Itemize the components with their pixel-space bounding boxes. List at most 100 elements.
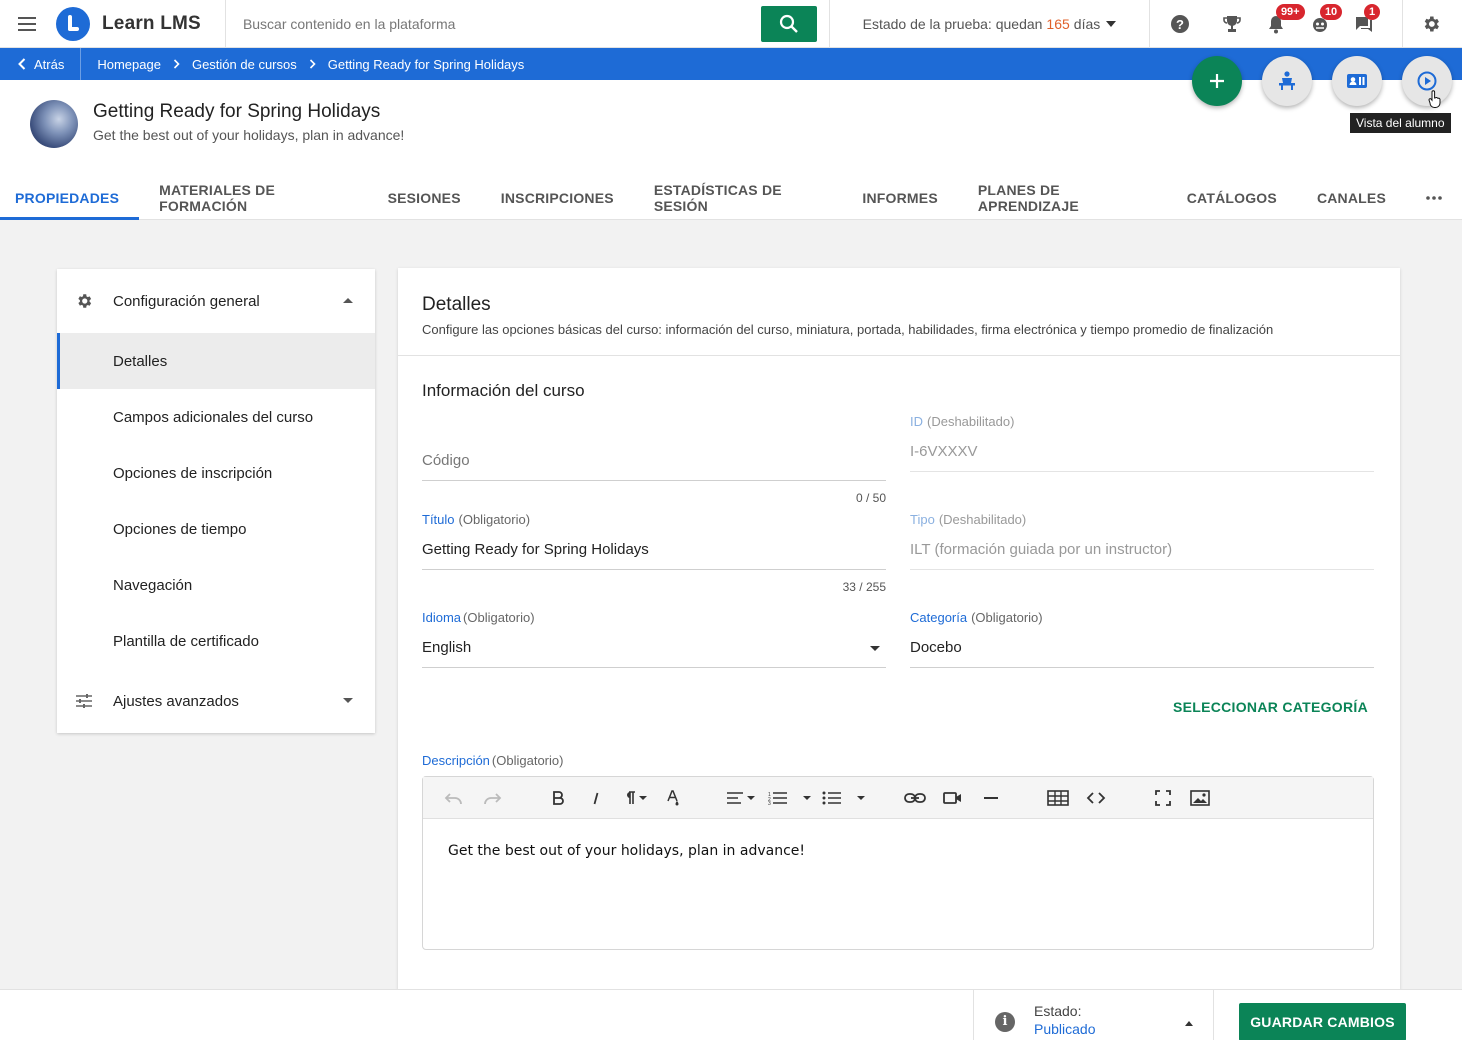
table-icon[interactable]	[1047, 787, 1069, 809]
code-input[interactable]: Código	[422, 441, 886, 481]
sidebar-item-additional-fields[interactable]: Campos adicionales del curso	[57, 389, 375, 445]
chevron-down-icon	[343, 698, 353, 703]
trial-suffix: días	[1073, 15, 1101, 32]
tab-learning-plans[interactable]: PLANES DE APRENDIZAJE	[958, 175, 1167, 220]
type-label: Tipo (Deshabilitado)	[910, 512, 1027, 527]
help-icon[interactable]: ?	[1150, 0, 1210, 48]
paragraph-format-icon[interactable]	[624, 787, 647, 809]
messages-icon[interactable]: 1	[1342, 0, 1386, 48]
text-color-icon[interactable]	[666, 787, 680, 809]
description-label: Descripción (Obligatorio)	[422, 753, 564, 768]
tab-catalogs[interactable]: CATÁLOGOS	[1167, 175, 1297, 220]
details-header: Detalles Configure las opciones básicas …	[398, 268, 1400, 356]
code-view-icon[interactable]	[1086, 787, 1106, 809]
sidebar-item-time-options[interactable]: Opciones de tiempo	[57, 501, 375, 557]
add-button[interactable]	[1192, 56, 1242, 106]
chevron-right-icon	[173, 59, 180, 69]
bullet-list-dropdown[interactable]	[857, 787, 865, 809]
trophy-icon[interactable]	[1210, 0, 1254, 48]
select-category-button[interactable]: SELECCIONAR CATEGORÍA	[1173, 699, 1368, 715]
chevron-down-icon	[1106, 20, 1117, 27]
bold-icon[interactable]	[552, 787, 564, 809]
status-dropdown[interactable]: i Estado: Publicado	[973, 990, 1214, 1040]
chevron-up-icon	[343, 298, 353, 303]
top-bar: Learn LMS Estado de la prueba: quedan 16…	[0, 0, 1462, 48]
chevron-right-icon	[309, 59, 316, 69]
ordered-list-icon[interactable]: 123	[768, 787, 788, 809]
title-field: Título (Obligatorio) Getting Ready for Sp…	[422, 512, 886, 594]
course-subtitle: Get the best out of your holidays, plan …	[93, 127, 405, 143]
info-icon: i	[995, 1012, 1015, 1032]
breadcrumb-item-homepage[interactable]: Homepage	[97, 57, 161, 72]
course-header: Getting Ready for Spring Holidays Get th…	[0, 80, 1462, 220]
back-button[interactable]: Atrás	[0, 48, 82, 80]
activity-icon[interactable]: 10	[1298, 0, 1343, 48]
trial-status-dropdown[interactable]: Estado de la prueba: quedan 165 días	[830, 0, 1150, 48]
chevron-up-icon	[1185, 1021, 1193, 1026]
type-field: Tipo (Deshabilitado) ILT (formación guiad…	[910, 512, 1374, 570]
tab-session-statistics[interactable]: ESTADÍSTICAS DE SESIÓN	[634, 175, 843, 220]
learner-view-button[interactable]	[1402, 56, 1452, 106]
tab-training-materials[interactable]: MATERIALES DE FORMACIÓN	[139, 175, 367, 220]
ordered-list-dropdown[interactable]	[803, 787, 811, 809]
undo-icon[interactable]	[444, 787, 464, 809]
tab-enrollments[interactable]: INSCRIPCIONES	[481, 175, 634, 220]
align-icon[interactable]	[726, 787, 755, 809]
tab-reports[interactable]: INFORMES	[842, 175, 958, 220]
status-value: Publicado	[1034, 1021, 1096, 1037]
tab-sessions[interactable]: SESIONES	[368, 175, 481, 220]
save-button[interactable]: GUARDAR CAMBIOS	[1239, 1003, 1406, 1040]
menu-icon[interactable]	[0, 0, 56, 48]
course-thumbnail	[30, 100, 78, 148]
search-input[interactable]	[226, 5, 761, 42]
tab-properties[interactable]: PROPIEDADES	[0, 175, 140, 220]
classroom-button[interactable]	[1262, 56, 1312, 106]
italic-icon[interactable]	[591, 787, 601, 809]
sidebar-item-details[interactable]: Detalles	[57, 333, 375, 389]
footer-bar: i Estado: Publicado GUARDAR CAMBIOS	[0, 989, 1462, 1040]
learner-view-tooltip: Vista del alumno	[1350, 113, 1451, 133]
breadcrumb-item-current: Getting Ready for Spring Holidays	[327, 56, 525, 72]
fullscreen-icon[interactable]	[1155, 787, 1171, 809]
search-button[interactable]	[760, 5, 817, 42]
logo-icon	[56, 6, 90, 41]
activity-badge: 10	[1319, 3, 1343, 20]
advanced-settings-group[interactable]: Ajustes avanzados	[57, 669, 375, 733]
notifications-icon[interactable]: 99+	[1254, 0, 1305, 48]
course-tabs: PROPIEDADES MATERIALES DE FORMACIÓN SESI…	[0, 175, 1462, 220]
breadcrumb: Homepage Gestión de cursos Getting Ready…	[81, 57, 524, 72]
search-icon	[779, 14, 798, 33]
general-settings-group[interactable]: Configuración general	[57, 269, 375, 333]
redo-icon[interactable]	[482, 787, 502, 809]
chevron-down-icon	[870, 646, 880, 651]
search-bar	[226, 0, 830, 48]
more-tabs-icon[interactable]	[1406, 175, 1462, 220]
details-description: Configure las opciones básicas del curso…	[422, 322, 1274, 337]
language-field: Idioma (Obligatorio) English	[422, 610, 886, 668]
language-select[interactable]: English	[422, 628, 886, 668]
link-icon[interactable]	[904, 787, 926, 809]
type-input: ILT (formación guiada por un instructor)	[910, 530, 1374, 570]
messages-badge: 1	[1363, 3, 1381, 20]
description-text[interactable]: Get the best out of your holidays, plan …	[423, 819, 1373, 883]
details-panel: Detalles Configure las opciones básicas …	[398, 268, 1400, 990]
settings-icon[interactable]	[1401, 0, 1460, 48]
language-label: Idioma (Obligatorio)	[422, 610, 535, 625]
sidebar-item-certificate-template[interactable]: Plantilla de certificado	[57, 613, 375, 669]
id-label: ID (Deshabilitado)	[910, 414, 1015, 429]
bullet-list-icon[interactable]	[822, 787, 842, 809]
sidebar-item-navigation[interactable]: Navegación	[57, 557, 375, 613]
tab-channels[interactable]: CANALES	[1297, 175, 1406, 220]
logo-text: Learn LMS	[102, 12, 201, 34]
details-title: Detalles	[422, 294, 491, 315]
breadcrumb-item-course-management[interactable]: Gestión de cursos	[192, 57, 297, 72]
title-input[interactable]: Getting Ready for Spring Holidays	[422, 530, 886, 570]
general-settings-label: Configuración general	[113, 292, 260, 310]
id-card-button[interactable]	[1332, 56, 1382, 106]
sidebar-item-enrollment-options[interactable]: Opciones de inscripción	[57, 445, 375, 501]
insert-image-icon[interactable]	[1190, 787, 1210, 809]
description-editor: 123 Get the best out of your holidays, p…	[422, 776, 1374, 950]
horizontal-line-icon[interactable]	[983, 787, 999, 809]
app-logo[interactable]: Learn LMS	[56, 0, 226, 48]
video-icon[interactable]	[943, 787, 963, 809]
